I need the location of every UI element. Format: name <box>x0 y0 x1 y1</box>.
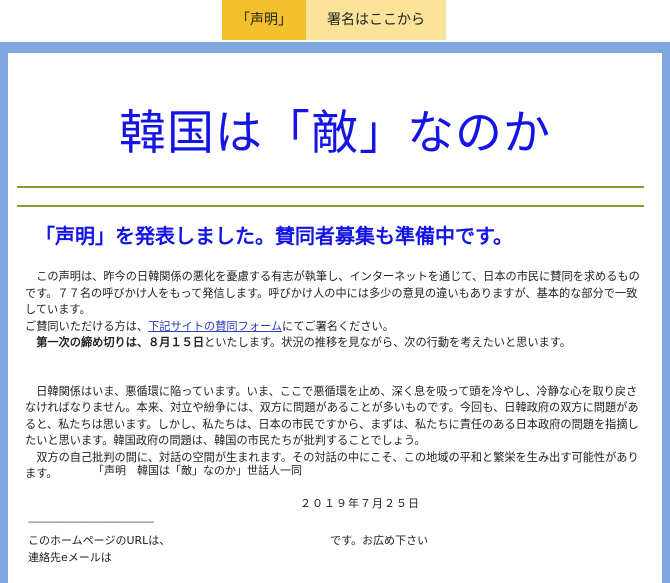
url-label: このホームページのURLは、 <box>28 534 171 547</box>
signup-line: ご賛同いただける方は、下記サイトの賛同フォームにてご署名ください。 <box>25 319 647 336</box>
divider-bottom <box>17 205 644 207</box>
url-line: このホームページのURLは、 です。お広め下さい <box>28 532 428 548</box>
url-suffix: です。お広め下さい <box>330 534 429 547</box>
text-divider: ----------------------------------------… <box>28 517 154 528</box>
signup-prefix: ご賛同いただける方は、 <box>25 319 149 333</box>
relations-paragraph: 日韓関係はいま、悪循環に陥っています。いま、ここで悪循環を止め、深く息を吸って頭… <box>25 384 647 450</box>
tab-sign-here[interactable]: 署名はここから <box>306 0 446 40</box>
tab-statement[interactable]: 「声明」 <box>222 0 306 40</box>
top-nav: 「声明」 署名はここから <box>222 0 446 40</box>
signature: 「声明 韓国は「敵」なのか」世話人一同 <box>93 464 302 477</box>
announcement-heading: 「声明」を発表しました。賛同者募集も準備中です。 <box>35 224 513 248</box>
email-label: 連絡先eメールは <box>28 551 112 564</box>
statement-date: ２０１９年７月２５日 <box>300 497 420 510</box>
intro-text: この声明は、昨今の日韓関係の悪化を憂慮する有志が執筆し、インターネットを通じて、… <box>25 270 640 316</box>
deadline-emphasis: 第一次の締め切りは、８月１５日 <box>36 336 205 349</box>
endorsement-form-link[interactable]: 下記サイトの賛同フォーム <box>148 320 282 333</box>
statement-body: この声明は、昨今の日韓関係の悪化を憂慮する有志が執筆し、インターネットを通じて、… <box>25 269 647 483</box>
relations-text: 日韓関係はいま、悪循環に陥っています。いま、ここで悪循環を止め、深く息を吸って頭… <box>25 384 639 448</box>
deadline-rest: といたします。状況の推移を見ながら、次の行動を考えたいと思います。 <box>204 336 571 349</box>
divider-top <box>17 186 644 188</box>
page-title: 韓国は「敵」なのか <box>119 106 551 161</box>
email-line: 連絡先eメールは <box>28 549 112 565</box>
intro-paragraph: この声明は、昨今の日韓関係の悪化を憂慮する有志が執筆し、インターネットを通じて、… <box>25 269 647 319</box>
signup-suffix: にてご署名ください。 <box>282 319 394 333</box>
deadline-line: 第一次の締め切りは、８月１５日といたします。状況の推移を見ながら、次の行動を考え… <box>25 335 647 352</box>
content-panel: 韓国は「敵」なのか 「声明」を発表しました。賛同者募集も準備中です。 この声明は… <box>8 53 662 583</box>
